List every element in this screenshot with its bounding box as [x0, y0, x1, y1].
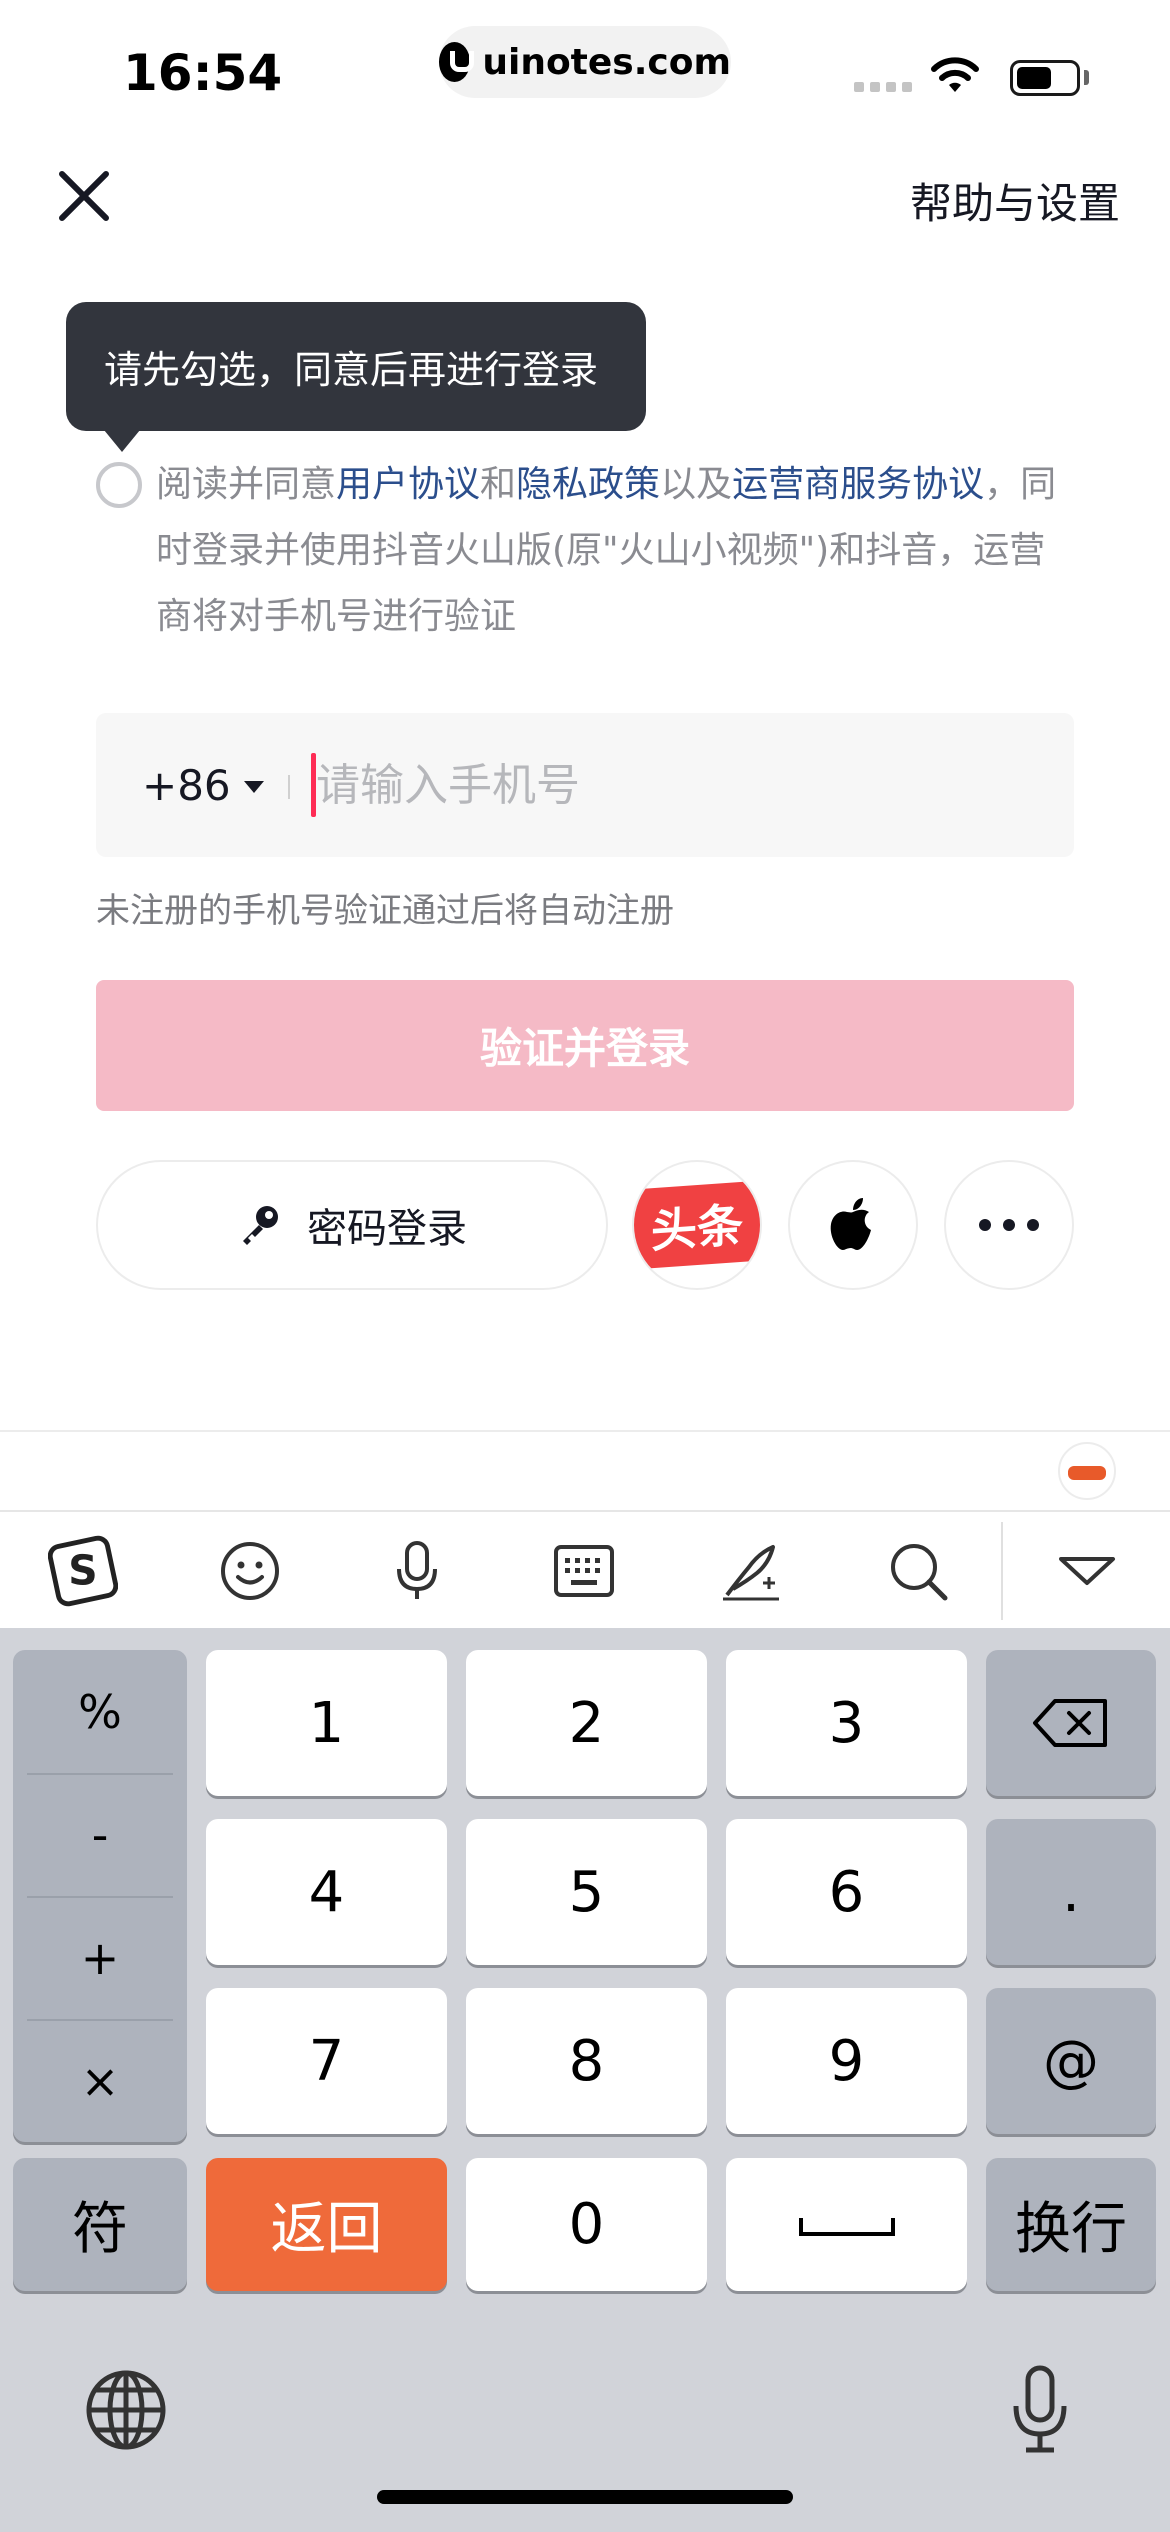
more-login-button[interactable]: [944, 1160, 1074, 1290]
key-1[interactable]: 1: [206, 1650, 447, 1796]
key-plus[interactable]: +: [13, 1896, 187, 2019]
key-6[interactable]: 6: [726, 1819, 967, 1965]
key-7[interactable]: 7: [206, 1988, 447, 2134]
sogou-logo-icon[interactable]: S: [48, 1535, 118, 1607]
agreement-text: 阅读并同意用户协议和隐私政策以及运营商服务协议，同时登录并使用抖音火山版(原"火…: [156, 452, 1076, 650]
agreement-prefix: 阅读并同意: [156, 464, 337, 505]
toutiao-login-button[interactable]: 头条: [632, 1160, 762, 1290]
auto-register-hint: 未注册的手机号验证通过后将自动注册: [96, 891, 674, 931]
keyboard-icon[interactable]: [549, 1536, 619, 1606]
cellular-signal-icon: [854, 82, 912, 92]
enter-key[interactable]: 换行: [986, 2158, 1156, 2291]
delete-key[interactable]: [986, 1650, 1156, 1796]
microphone-icon[interactable]: [382, 1536, 452, 1606]
mascot-icon[interactable]: [1058, 1442, 1116, 1500]
key-0[interactable]: 0: [466, 2158, 707, 2291]
key-8[interactable]: 8: [466, 1988, 707, 2134]
symbol-key[interactable]: 符: [13, 2158, 187, 2291]
keyboard-divider: [0, 1430, 1170, 1432]
key-2[interactable]: 2: [466, 1650, 707, 1796]
carrier-agreement-link[interactable]: 运营商服务协议: [732, 464, 984, 505]
emoji-icon[interactable]: [215, 1536, 285, 1606]
handwriting-icon[interactable]: [716, 1536, 786, 1606]
phone-number-input[interactable]: [316, 749, 1036, 821]
collapse-icon[interactable]: [1052, 1536, 1122, 1606]
agreement-checkbox[interactable]: [96, 462, 142, 508]
privacy-policy-link[interactable]: 隐私政策: [516, 464, 660, 505]
backspace-icon: [1033, 1699, 1107, 1747]
caret-down-icon[interactable]: [244, 781, 264, 793]
input-divider: [288, 775, 290, 799]
more-icon: [979, 1219, 1039, 1231]
back-key[interactable]: 返回: [206, 2158, 447, 2291]
user-agreement-link[interactable]: 用户协议: [336, 464, 480, 505]
key-4[interactable]: 4: [206, 1819, 447, 1965]
key-percent[interactable]: %: [13, 1650, 187, 1773]
svg-text:S: S: [68, 1547, 97, 1595]
tooltip-text: 请先勾选，同意后再进行登录: [104, 348, 599, 392]
search-icon[interactable]: [883, 1536, 953, 1606]
apple-login-button[interactable]: [788, 1160, 918, 1290]
symbol-column[interactable]: % - + ×: [13, 1650, 187, 2142]
url-text: uinotes.com: [482, 41, 731, 83]
home-indicator[interactable]: [377, 2490, 793, 2504]
verify-login-button[interactable]: 验证并登录: [96, 980, 1074, 1111]
key-icon: [243, 1206, 278, 1245]
battery-cap: [1084, 70, 1089, 85]
password-login-button[interactable]: 密码登录: [96, 1160, 608, 1290]
agreement-tooltip: 请先勾选，同意后再进行登录: [66, 302, 646, 431]
phone-input-box: +86: [96, 713, 1074, 857]
key-minus[interactable]: -: [13, 1773, 187, 1896]
agreement-also: 以及: [660, 464, 733, 505]
wifi-icon: [931, 57, 979, 92]
key-3[interactable]: 3: [726, 1650, 967, 1796]
key-9[interactable]: 9: [726, 1988, 967, 2134]
toolbar-separator: [1001, 1522, 1003, 1620]
globe-icon[interactable]: [84, 2368, 168, 2452]
help-settings-link[interactable]: 帮助与设置: [910, 170, 1120, 231]
password-login-label: 密码登录: [307, 1206, 467, 1252]
key-dot[interactable]: .: [986, 1819, 1156, 1965]
space-key[interactable]: [726, 2158, 967, 2291]
dictation-mic-icon[interactable]: [1010, 2364, 1070, 2456]
toutiao-logo-icon: 头条: [634, 1180, 760, 1270]
key-5[interactable]: 5: [466, 1819, 707, 1965]
tooltip-arrow: [104, 430, 140, 452]
keyboard: % - + × 1 2 3 4 5 6 7 8 9 . @ 符 返回 0 换行: [0, 1628, 1170, 2532]
login-screen: 16:54 uinotes.com 帮助与设置 请先勾选，同意后再进行登录 阅读…: [0, 0, 1170, 2532]
key-at[interactable]: @: [986, 1988, 1156, 2134]
url-pill[interactable]: uinotes.com: [439, 26, 731, 98]
status-time: 16:54: [123, 44, 283, 102]
text-cursor: [311, 753, 316, 817]
apple-icon: [830, 1198, 871, 1250]
close-icon[interactable]: [54, 166, 114, 226]
keyboard-toolbar: S: [0, 1510, 1170, 1628]
key-multiply[interactable]: ×: [13, 2019, 187, 2142]
space-icon: [798, 2217, 895, 2236]
site-logo-icon: [439, 42, 475, 82]
agreement-and: 和: [480, 464, 517, 505]
country-code-selector[interactable]: +86: [142, 761, 231, 810]
battery-icon: [1010, 60, 1080, 96]
